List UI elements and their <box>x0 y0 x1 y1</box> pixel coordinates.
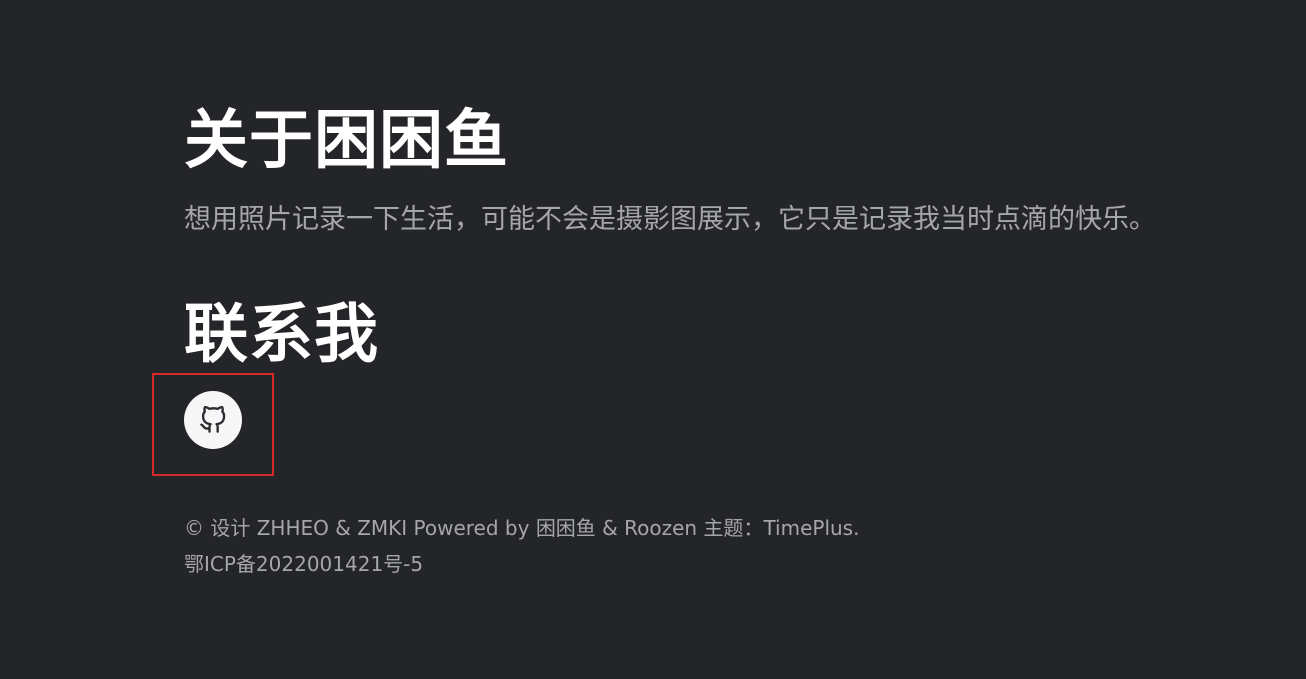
github-link-button[interactable] <box>184 391 242 449</box>
about-description: 想用照片记录一下生活，可能不会是摄影图展示，它只是记录我当时点滴的快乐。 <box>184 204 1156 235</box>
footer-credits: © 设计 ZHHEO & ZMKI Powered by 困困鱼 & Rooze… <box>184 510 859 546</box>
designers-link[interactable]: ZHHEO & ZMKI <box>257 516 407 540</box>
page: 关于困困鱼 想用照片记录一下生活，可能不会是摄影图展示，它只是记录我当时点滴的快… <box>0 0 1306 679</box>
theme-prefix: 主题： <box>697 516 764 540</box>
icp-link[interactable]: 鄂ICP备2022001421号-5 <box>184 546 859 582</box>
copyright-prefix: © 设计 <box>184 516 257 540</box>
powered-by-text: Powered by <box>407 516 536 540</box>
footer: © 设计 ZHHEO & ZMKI Powered by 困困鱼 & Rooze… <box>184 510 859 582</box>
authors-link[interactable]: 困困鱼 & Roozen <box>536 516 697 540</box>
github-icon <box>199 406 227 434</box>
theme-link[interactable]: TimePlus. <box>763 516 859 540</box>
about-title: 关于困困鱼 <box>184 104 509 178</box>
contact-title: 联系我 <box>184 298 379 372</box>
